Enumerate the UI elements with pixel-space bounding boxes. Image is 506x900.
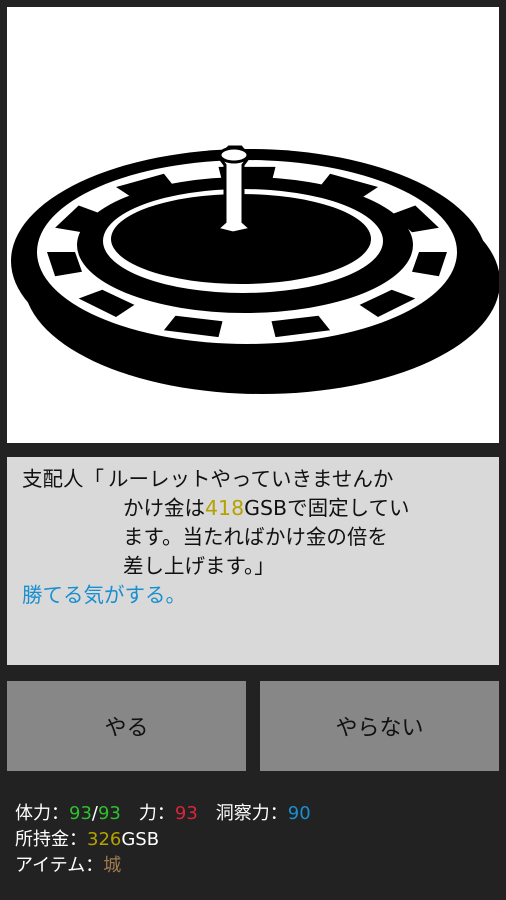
hp-max: 93 bbox=[97, 803, 121, 824]
insight-value: 90 bbox=[287, 803, 311, 824]
item-value: 城 bbox=[103, 855, 122, 876]
item-label: アイテム： bbox=[15, 855, 104, 876]
money-value: 326 bbox=[87, 829, 122, 850]
dialog-text-2a: かけ金は bbox=[123, 496, 205, 520]
roulette-scene bbox=[7, 7, 499, 443]
hp-current: 93 bbox=[69, 803, 92, 824]
roulette-wheel-icon bbox=[11, 145, 499, 394]
status-panel: 体力：93/93 力：93 洞察力：90 所持金：326GSB アイテム：城 bbox=[15, 801, 311, 879]
dialog-text-4: 差し上げます。」 bbox=[123, 554, 275, 578]
money-unit: GSB bbox=[121, 829, 160, 850]
dialog-text-2b: GSBで固定してい bbox=[244, 496, 410, 520]
dialog-text-3: ます。当たればかけ金の倍を bbox=[123, 525, 388, 549]
dialog-box: 支配人「 ルーレットやっていきませんか かけ金は 418 GSBで固定してい ます。当… bbox=[7, 457, 499, 665]
stats-row: 体力：93/93 力：93 洞察力：90 bbox=[15, 801, 311, 827]
speaker-name: 支配人「 bbox=[22, 467, 104, 491]
money-row: 所持金：326GSB bbox=[15, 827, 311, 853]
item-row: アイテム：城 bbox=[15, 853, 311, 879]
no-button[interactable]: やらない bbox=[260, 681, 499, 771]
power-label: 力： bbox=[138, 803, 175, 824]
power-value: 93 bbox=[174, 803, 198, 824]
dialog-line-2: かけ金は 418 GSBで固定してい bbox=[22, 494, 499, 523]
insight-label: 洞察力： bbox=[215, 803, 288, 824]
thought-text: 勝てる気がする。 bbox=[22, 583, 186, 607]
bet-amount: 418 bbox=[205, 496, 245, 520]
hp-label: 体力： bbox=[15, 803, 69, 824]
dialog-line-1: 支配人「 ルーレットやっていきませんか bbox=[22, 465, 499, 494]
dialog-line-4: 差し上げます。」 bbox=[22, 552, 499, 581]
yes-button[interactable]: やる bbox=[7, 681, 246, 771]
dialog-line-3: ます。当たればかけ金の倍を bbox=[22, 523, 499, 552]
money-label: 所持金： bbox=[15, 829, 87, 850]
dialog-text-1: ルーレットやっていきませんか bbox=[108, 467, 394, 491]
